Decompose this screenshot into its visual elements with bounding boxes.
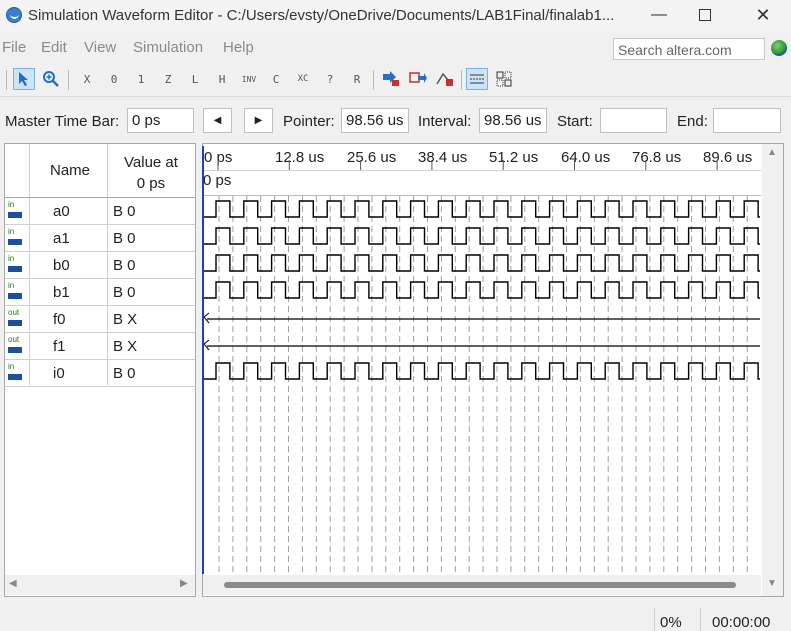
scrollbar-thumb[interactable] xyxy=(224,582,736,588)
scroll-up-icon[interactable]: ▲ xyxy=(767,147,777,158)
signal-waveform xyxy=(204,362,760,380)
status-divider xyxy=(654,608,655,631)
signal-waveform xyxy=(204,200,760,218)
status-divider xyxy=(700,608,701,631)
scroll-down-icon[interactable]: ▼ xyxy=(767,578,777,589)
signal-waveform xyxy=(204,227,760,245)
waveform-vertical-scrollbar[interactable]: ▲ ▼ xyxy=(762,144,783,596)
unknown-value-marker xyxy=(203,339,210,351)
waveform-canvas[interactable] xyxy=(0,0,791,631)
status-progress: 0% xyxy=(660,614,682,631)
status-elapsed-time: 00:00:00 xyxy=(712,614,771,631)
unknown-value-marker xyxy=(203,312,210,324)
signal-waveform xyxy=(204,254,760,272)
waveform-horizontal-scrollbar[interactable] xyxy=(203,575,761,595)
signal-waveform xyxy=(204,281,760,299)
